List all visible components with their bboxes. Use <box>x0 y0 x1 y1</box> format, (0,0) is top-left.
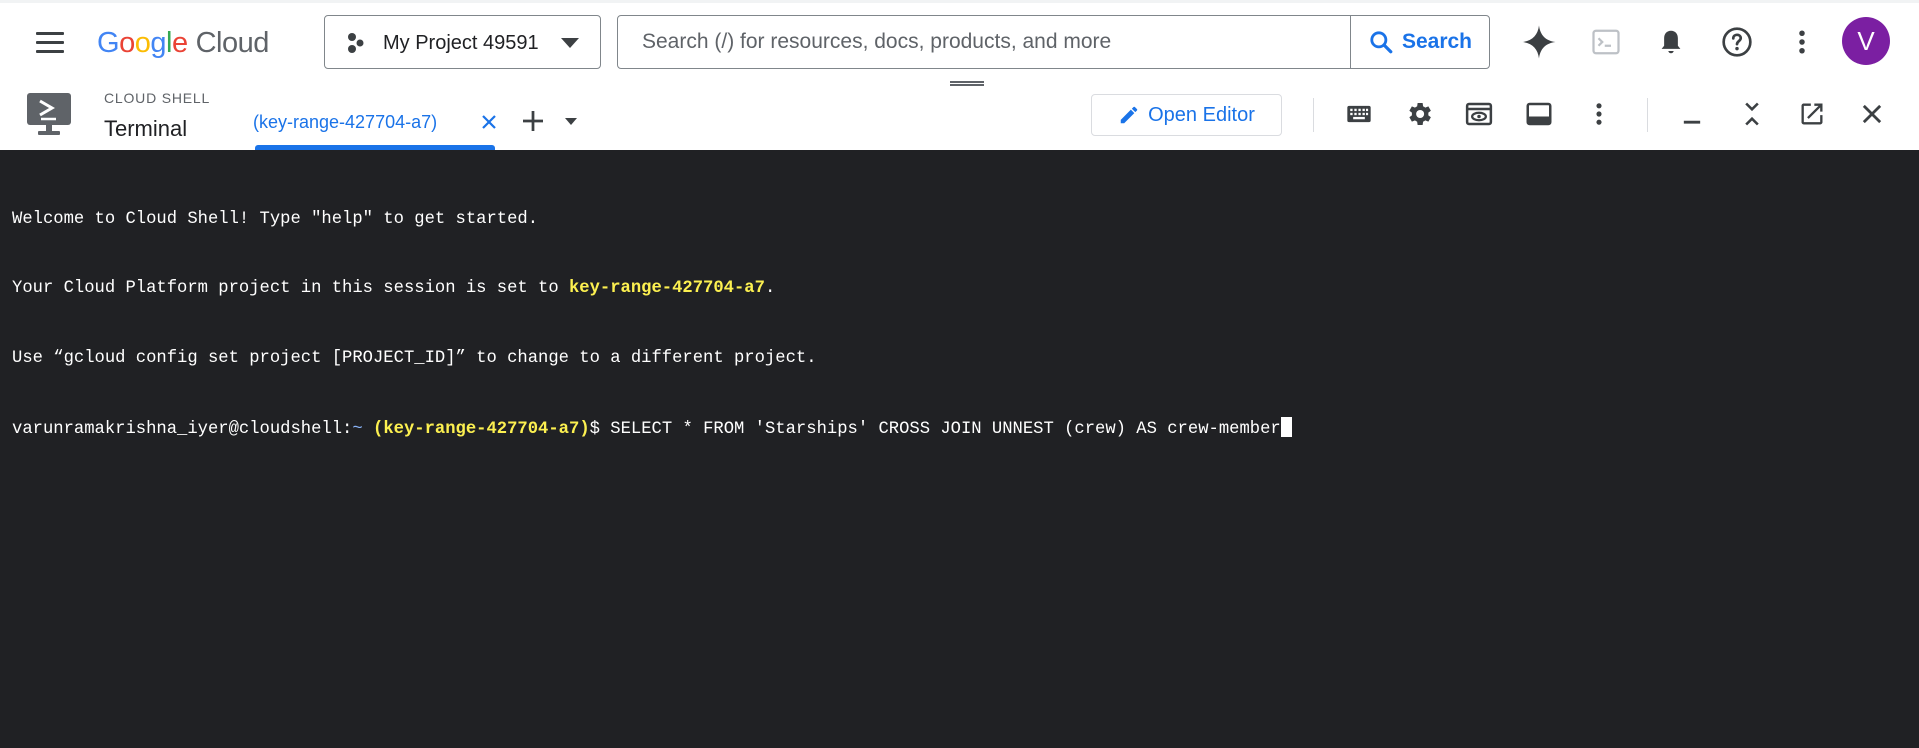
search-button-label: Search <box>1401 30 1473 53</box>
menu-bar <box>36 31 64 35</box>
terminal-line: Use “gcloud config set project [PROJECT_… <box>12 349 817 369</box>
collapse-icon[interactable] <box>1734 96 1770 132</box>
help-icon[interactable] <box>1717 22 1757 62</box>
menu-bar <box>36 49 64 53</box>
pencil-icon <box>1120 106 1138 124</box>
prompt-project: (key-range-427704-a7) <box>373 420 590 440</box>
minimize-icon[interactable] <box>1674 96 1710 132</box>
project-picker[interactable]: My Project 49591 <box>324 15 601 69</box>
tab-menu-chevron-down-icon[interactable] <box>565 118 577 125</box>
chevron-down-icon <box>561 38 579 48</box>
terminal-project-id: key-range-427704-a7 <box>568 279 765 299</box>
bell-icon <box>1661 30 1681 54</box>
keyboard-glyph-icon <box>1347 105 1371 123</box>
tab-terminal-session[interactable]: (key-range-427704-a7) <box>253 110 496 148</box>
prompt-user: varunramakrishna_iyer@cloudshell: <box>12 420 353 440</box>
toolbar-divider <box>1313 98 1314 132</box>
kebab-icon <box>1596 103 1602 125</box>
bottom-panel-icon <box>1526 102 1552 126</box>
google-cloud-logo[interactable]: Google Cloud <box>97 23 269 63</box>
notifications-icon[interactable] <box>1651 22 1691 62</box>
search-button[interactable]: Search <box>1350 16 1489 68</box>
logo-letter: g <box>150 27 166 59</box>
gear-icon <box>1409 103 1431 125</box>
cloud-shell-toolbar: CLOUD SHELL Terminal (key-range-427704-a… <box>0 78 1919 150</box>
project-hierarchy-icon <box>348 33 364 53</box>
top-header: Google Cloud My Project 49591 Search (/)… <box>0 0 1919 78</box>
terminal-title: Terminal <box>104 116 188 141</box>
terminal-command: SELECT * FROM 'Starships' CROSS JOIN UNN… <box>610 420 1281 440</box>
gemini-sparkle-icon[interactable] <box>1519 22 1559 62</box>
menu-bar <box>36 40 64 44</box>
search-bar: Search <box>617 15 1490 69</box>
open-editor-label: Open Editor <box>1148 103 1255 126</box>
more-vert-icon[interactable] <box>1782 22 1822 62</box>
open-new-window-icon[interactable] <box>1794 96 1830 132</box>
terminal-icon <box>1592 29 1620 55</box>
add-tab-icon[interactable] <box>518 106 548 136</box>
avatar[interactable]: V <box>1842 17 1890 65</box>
tab-label: (key-range-427704-a7) <box>253 112 438 132</box>
logo-letter: o <box>134 27 151 59</box>
prompt-symbol: $ <box>589 420 611 440</box>
logo-cloud-text: Cloud <box>195 27 270 59</box>
web-preview-icon[interactable] <box>1461 96 1497 132</box>
external-link-icon <box>1801 103 1823 125</box>
terminal-line: Your Cloud Platform project in this sess… <box>12 277 1919 300</box>
kebab-icon <box>1799 30 1805 54</box>
terminal-prompt-line[interactable]: varunramakrishna_iyer@cloudshell:~ (key-… <box>12 417 1919 440</box>
terminal-text: . <box>764 279 776 299</box>
search-icon <box>1370 31 1393 54</box>
terminal-text: Your Cloud Platform project in this sess… <box>12 279 569 299</box>
resize-handle[interactable] <box>950 81 984 86</box>
prompt-tilde: ~ <box>352 420 363 440</box>
open-editor-button[interactable]: Open Editor <box>1091 94 1282 136</box>
terminal-cursor <box>1280 417 1292 438</box>
settings-icon[interactable] <box>1401 96 1437 132</box>
toolbar-divider <box>1647 98 1648 132</box>
logo-letter: G <box>97 27 120 59</box>
cloud-shell-icon[interactable] <box>1586 22 1626 62</box>
logo-letter: o <box>119 27 135 59</box>
cloud-shell-terminal-icon <box>27 93 71 135</box>
cloud-shell-kicker: CLOUD SHELL <box>104 90 211 106</box>
terminal-output[interactable]: Welcome to Cloud Shell! Type "help" to g… <box>0 150 1919 748</box>
search-input[interactable] <box>618 16 1350 68</box>
shell-more-vert-icon[interactable] <box>1581 96 1617 132</box>
keyboard-icon[interactable] <box>1341 96 1377 132</box>
minimize-bar-icon <box>1683 120 1701 124</box>
preview-eye-icon <box>1465 102 1493 126</box>
project-name: My Project 49591 <box>383 32 539 54</box>
menu-icon[interactable] <box>30 27 70 57</box>
sparkle-icon <box>1522 25 1556 59</box>
close-tab-icon[interactable] <box>477 110 501 134</box>
logo-letter: e <box>171 27 188 59</box>
unfold-less-icon <box>1745 102 1759 126</box>
panel-layout-icon[interactable] <box>1521 96 1557 132</box>
close-x-icon <box>1862 104 1882 124</box>
close-icon[interactable] <box>1854 96 1890 132</box>
question-mark-icon <box>1722 27 1752 57</box>
terminal-line: Welcome to Cloud Shell! Type "help" to g… <box>12 209 539 229</box>
